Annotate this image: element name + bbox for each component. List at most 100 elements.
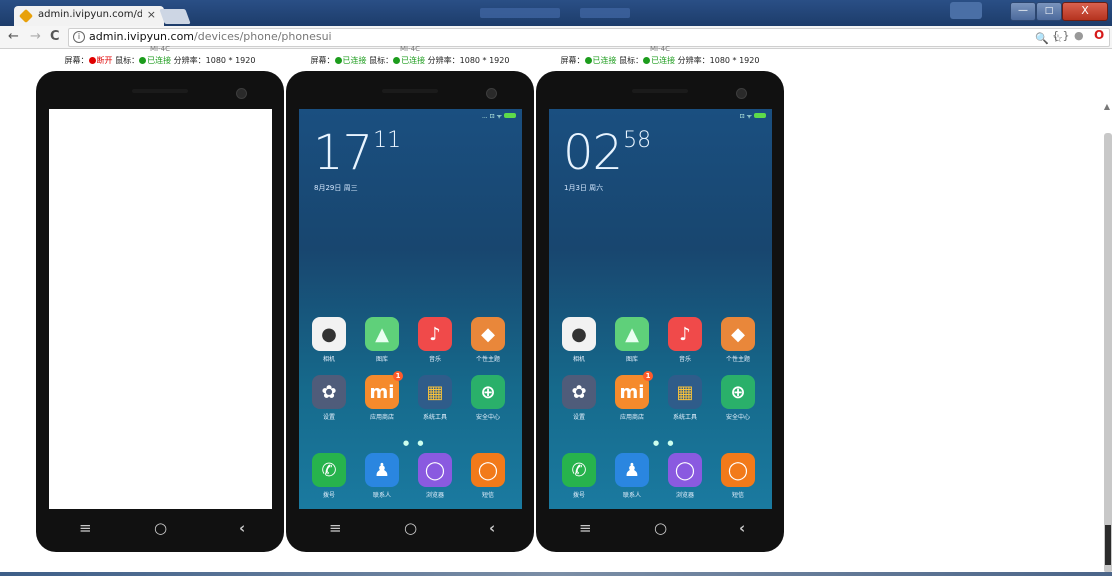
minimize-button[interactable]: — [1010, 2, 1036, 21]
app-messages[interactable]: ◯ 短信 [714, 453, 762, 499]
forward-button[interactable]: → [30, 29, 41, 44]
phone-screen[interactable] [49, 109, 272, 509]
mouse-status-dot-icon [393, 57, 401, 64]
browser-tab[interactable]: admin.ivipyun.com/de × [14, 6, 164, 26]
page-indicator: ● ● [653, 439, 677, 447]
front-camera-icon [486, 88, 497, 99]
app-gallery[interactable]: ▲ 图库 [608, 317, 656, 363]
camera-icon: ● [562, 317, 596, 351]
device-model: MI-4C [150, 45, 170, 53]
app-camera[interactable]: ● 相机 [555, 317, 603, 363]
screen-status-dot-icon [88, 57, 96, 64]
settings-icon: ✿ [562, 375, 596, 409]
zoom-icon[interactable]: 🔍 [1035, 32, 1049, 45]
phone-nav-bar: ≡ ○ ‹ [299, 519, 522, 541]
app-messages[interactable]: ◯ 短信 [464, 453, 512, 499]
tab-close-icon[interactable]: × [147, 8, 156, 21]
app-camera[interactable]: ● 相机 [305, 317, 353, 363]
app-label: 音乐 [428, 356, 441, 363]
app-browser[interactable]: ◯ 浏览器 [411, 453, 459, 499]
app-security[interactable]: ⊕ 安全中心 [464, 375, 512, 421]
phone-screen[interactable]: ⊡ ᯤ 0258 1月3日 周六 ● 相机 ▲ 图库 ♪ 音乐 ◆ 个性主题 ✿… [549, 109, 772, 509]
app-app-store[interactable]: mi 1 应用商店 [358, 371, 406, 421]
profile-button[interactable] [950, 2, 982, 19]
app-label: 拨号 [572, 492, 585, 499]
back-button[interactable]: ← [8, 29, 19, 44]
app-label: 浏览器 [675, 492, 694, 499]
info-icon[interactable]: i [73, 31, 85, 43]
device-model: MI-4C [650, 45, 670, 53]
gallery-icon: ▲ [365, 317, 399, 351]
menu-icon[interactable]: ≡ [579, 519, 592, 537]
front-camera-icon [736, 88, 747, 99]
scrollbar-thumb[interactable] [1104, 133, 1112, 573]
theme-icon: ◆ [721, 317, 755, 351]
home-icon[interactable]: ○ [654, 519, 667, 537]
app-browser[interactable]: ◯ 浏览器 [661, 453, 709, 499]
scroll-up-icon[interactable]: ▲ [1104, 102, 1110, 111]
app-system-tools[interactable]: ▦ 系统工具 [661, 375, 709, 421]
app-music[interactable]: ♪ 音乐 [411, 317, 459, 363]
app-phone[interactable]: ✆ 拨号 [305, 453, 353, 499]
app-label: 相机 [572, 356, 585, 363]
resolution-text: 分辨率：1080 * 1920 [425, 56, 510, 65]
phone-frame: ⊡ ᯤ 0258 1月3日 周六 ● 相机 ▲ 图库 ♪ 音乐 ◆ 个性主题 ✿… [536, 71, 784, 552]
home-icon[interactable]: ○ [154, 519, 167, 537]
maximize-button[interactable]: □ [1036, 2, 1062, 21]
reload-button[interactable]: C [50, 29, 60, 44]
extension-shield-icon[interactable]: ● [1074, 29, 1084, 42]
app-system-tools[interactable]: ▦ 系统工具 [411, 375, 459, 421]
app-label: 应用商店 [369, 414, 394, 421]
tab-title: admin.ivipyun.com/de [38, 9, 142, 20]
app-label: 短信 [481, 492, 494, 499]
lockscreen-date: 8月29日 周三 [314, 184, 358, 192]
app-app-store[interactable]: mi 1 应用商店 [608, 371, 656, 421]
home-icon[interactable]: ○ [404, 519, 417, 537]
system-tools-icon: ▦ [418, 375, 452, 409]
gallery-icon: ▲ [615, 317, 649, 351]
status-bar: ⊡ ᯤ [740, 112, 766, 120]
resolution-text: 分辨率：1080 * 1920 [675, 56, 760, 65]
app-label: 设置 [572, 414, 585, 421]
screen-status-dot-icon [584, 57, 592, 64]
app-label: 联系人 [622, 492, 641, 499]
mouse-label: 鼠标： [616, 56, 644, 65]
phone-nav-bar: ≡ ○ ‹ [549, 519, 772, 541]
opera-extension-icon[interactable]: O [1094, 28, 1104, 42]
app-security[interactable]: ⊕ 安全中心 [714, 375, 762, 421]
speaker-grille [382, 89, 438, 93]
back-icon[interactable]: ‹ [489, 519, 495, 537]
browser-icon: ◯ [668, 453, 702, 487]
new-tab-button[interactable] [159, 9, 191, 24]
screen-label: 屏幕： [310, 56, 335, 65]
app-gallery[interactable]: ▲ 图库 [358, 317, 406, 363]
close-window-button[interactable]: X [1062, 2, 1108, 21]
app-settings[interactable]: ✿ 设置 [305, 375, 353, 421]
browser-title-bar: admin.ivipyun.com/de × — □ X [0, 0, 1112, 26]
phone-screen[interactable]: ... ⊡ ᯤ 1711 8月29日 周三 ● 相机 ▲ 图库 ♪ 音乐 ◆ 个… [299, 109, 522, 509]
back-icon[interactable]: ‹ [739, 519, 745, 537]
phone-icon: ✆ [312, 453, 346, 487]
app-contacts[interactable]: ♟ 联系人 [358, 453, 406, 499]
mouse-status-dot-icon [643, 57, 651, 64]
phone-frame: ≡ ○ ‹ [36, 71, 284, 552]
menu-icon[interactable]: ≡ [329, 519, 342, 537]
app-label: 安全中心 [475, 414, 500, 421]
back-icon[interactable]: ‹ [239, 519, 245, 537]
battery-icon [504, 113, 516, 118]
system-tools-icon: ▦ [668, 375, 702, 409]
contacts-icon: ♟ [365, 453, 399, 487]
page-indicator: ● ● [403, 439, 427, 447]
screen-label: 屏幕： [560, 56, 585, 65]
extension-json-icon[interactable]: { } [1052, 29, 1070, 42]
menu-icon[interactable]: ≡ [79, 519, 92, 537]
lockscreen-clock: 0258 [563, 125, 652, 181]
app-settings[interactable]: ✿ 设置 [555, 375, 603, 421]
browser-icon: ◯ [418, 453, 452, 487]
app-contacts[interactable]: ♟ 联系人 [608, 453, 656, 499]
app-theme[interactable]: ◆ 个性主题 [464, 317, 512, 363]
app-music[interactable]: ♪ 音乐 [661, 317, 709, 363]
app-theme[interactable]: ◆ 个性主题 [714, 317, 762, 363]
app-phone[interactable]: ✆ 拨号 [555, 453, 603, 499]
app-label: 系统工具 [422, 414, 447, 421]
